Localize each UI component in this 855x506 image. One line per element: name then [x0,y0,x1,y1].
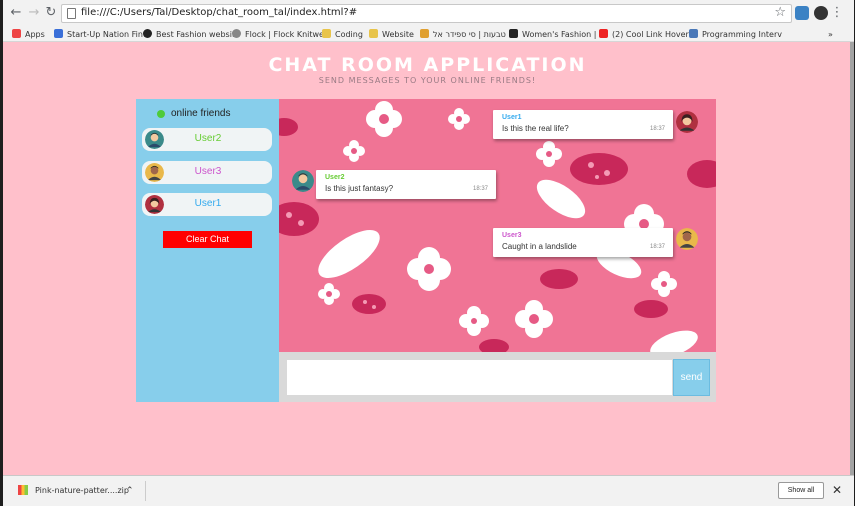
bookmark-label: (2) Cool Link Hover [612,30,689,39]
message-time: 18:37 [472,186,488,192]
divider [145,481,146,501]
extension-icon[interactable] [795,6,809,20]
url-text[interactable]: file:///C:/Users/Tal/Desktop/chat_room_t… [81,7,357,18]
bookmark-label: Coding [335,30,363,39]
bookmark-label: Flock | Flock Knitwe [245,30,324,39]
bookmarks-bar: Apps Start-Up Nation Find Best Fashion w… [3,27,854,42]
browser-toolbar: ← → ↻ file:///C:/Users/Tal/Desktop/chat_… [3,0,854,27]
back-arrow-icon[interactable]: ← [8,5,24,21]
chat-message: User2 Is this just fantasy? 18:37 [316,170,496,199]
chevron-up-icon[interactable]: ⌃ [126,485,134,496]
friend-item[interactable]: User2 [142,128,272,151]
online-dot-icon [157,110,165,118]
bookmark-item[interactable]: Coding [322,28,363,41]
friend-item[interactable]: User3 [142,161,272,184]
folder-icon [322,29,331,38]
close-icon[interactable]: ✕ [832,483,842,497]
online-label: online friends [171,108,231,119]
friends-sidebar: online friends User2 User3 User1 Clear C… [136,99,279,402]
message-text: Is this the real life? [502,124,569,133]
bookmark-label: Start-Up Nation Find [67,30,149,39]
download-filename: Pink-nature-patter....zip [35,486,129,495]
bookmark-item[interactable]: Best Fashion website [143,28,240,41]
message-input[interactable] [287,360,672,395]
avatar-icon [145,163,164,182]
show-all-button[interactable]: Show all [778,482,824,499]
reload-icon[interactable]: ↻ [43,5,59,21]
chat-area: User1 Is this the real life? 18:37 User2… [279,99,716,352]
bookmark-label: Women's Fashion | [522,30,597,39]
chat-app: online friends User2 User3 User1 Clear C… [136,99,716,402]
page-title: CHAT ROOM APPLICATION [268,54,587,76]
browser-window: ← → ↻ file:///C:/Users/Tal/Desktop/chat_… [3,0,854,506]
bookmark-label: טבעות | סי ספידר אל [433,30,506,39]
bookmark-item[interactable]: טבעות | סי ספידר אל [420,28,506,41]
address-bar[interactable]: file:///C:/Users/Tal/Desktop/chat_room_t… [61,4,792,23]
youtube-icon [599,29,608,38]
site-icon [143,29,152,38]
bookmark-item[interactable]: Flock | Flock Knitwe [232,28,324,41]
message-text: Is this just fantasy? [325,184,394,193]
site-icon [689,29,698,38]
bookmark-item[interactable]: (2) Cool Link Hover [599,28,689,41]
flag-icon [54,29,63,38]
bookmark-item[interactable]: Website [369,28,414,41]
message-text: Caught in a landslide [502,242,577,251]
message-time: 18:37 [649,126,665,132]
message-time: 18:37 [649,244,665,250]
message-user: User3 [502,232,522,239]
send-button[interactable]: send [673,359,710,396]
bookmark-label: Apps [25,30,45,39]
folder-icon [369,29,378,38]
downloads-bar: Pink-nature-patter....zip ⌃ Show all ✕ [3,475,854,506]
friend-name: User1 [194,198,222,209]
menu-icon[interactable]: ⋮ [829,5,845,21]
bookmark-item[interactable]: Apps [12,28,45,41]
bookmark-label: Best Fashion website [156,30,240,39]
bookmarks-more-button[interactable]: » [828,28,833,41]
site-icon [420,29,429,38]
avatar-icon [292,170,314,192]
avatar-icon [676,111,698,133]
bookmark-label: Programming Interv [702,30,782,39]
site-icon [232,29,241,38]
chat-message: User3 Caught in a landslide 18:37 [493,228,673,257]
site-icon [509,29,518,38]
page-subtitle: SEND MESSAGES TO YOUR ONLINE FRIENDS! [318,76,537,85]
zip-file-icon [18,485,28,495]
apps-grid-icon [12,29,21,38]
avatar-icon [145,130,164,149]
extension-icon[interactable] [814,6,828,20]
message-user: User1 [502,114,522,121]
message-composer: send [279,352,716,402]
avatar-icon [676,228,698,250]
bookmark-star-icon[interactable]: ☆ [774,5,786,20]
bookmark-label: Website [382,30,414,39]
page-content: CHAT ROOM APPLICATION SEND MESSAGES TO Y… [3,42,854,475]
clear-chat-button[interactable]: Clear Chat [163,231,252,248]
avatar-icon [145,195,164,214]
message-user: User2 [325,174,345,181]
bookmark-item[interactable]: Women's Fashion | [509,28,596,41]
download-item[interactable]: Pink-nature-patter....zip [18,485,129,495]
friend-name: User3 [194,166,222,177]
bookmark-item[interactable]: Programming Interv [689,28,782,41]
header: CHAT ROOM APPLICATION SEND MESSAGES TO Y… [136,42,719,92]
bookmark-item[interactable]: Start-Up Nation Find [54,28,148,41]
forward-arrow-icon[interactable]: → [26,5,42,21]
chat-message: User1 Is this the real life? 18:37 [493,110,673,139]
online-friends-heading: online friends [157,108,231,119]
page-icon [67,8,76,19]
friend-item[interactable]: User1 [142,193,272,216]
friend-name: User2 [194,133,222,144]
